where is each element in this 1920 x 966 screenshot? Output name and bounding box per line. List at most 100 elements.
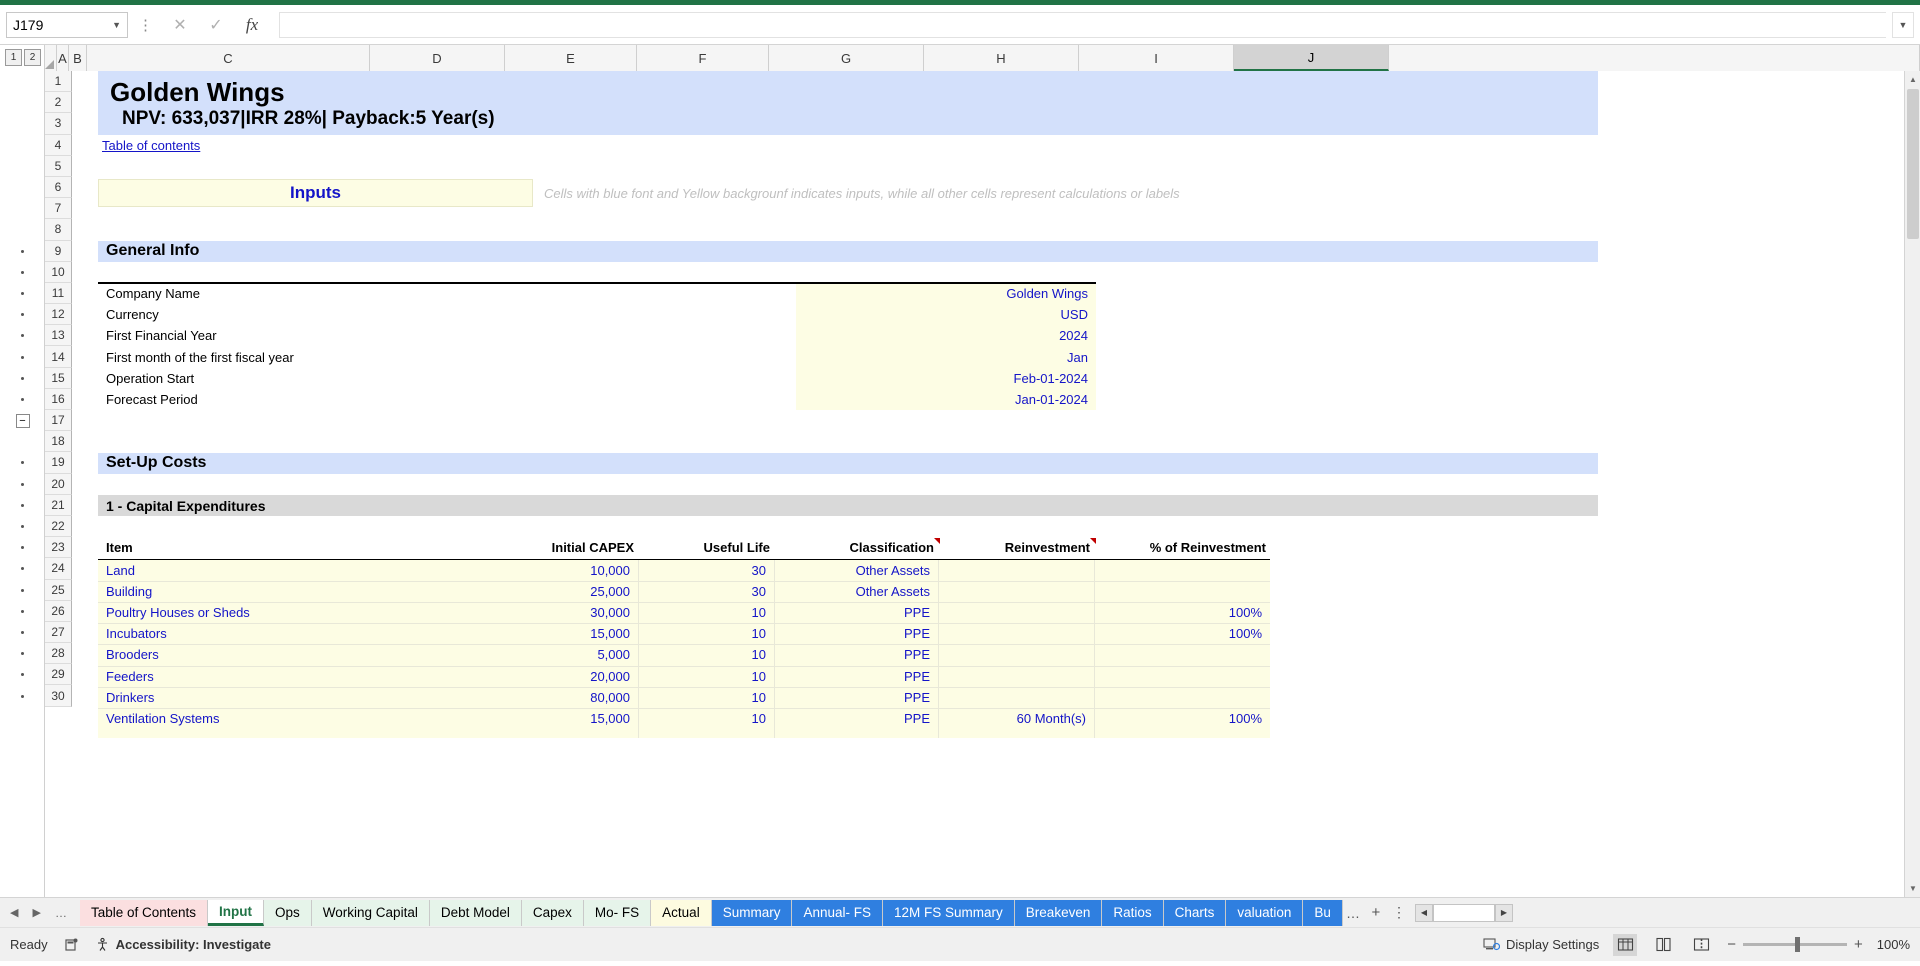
capex-cell-pct-reinvestment[interactable]: 100%	[1094, 708, 1266, 729]
capex-cell-useful-life[interactable]: 10	[638, 708, 770, 729]
row-header-27[interactable]: 27	[45, 621, 72, 644]
sheet-tab-mo-fs[interactable]: Mo- FS	[583, 899, 652, 926]
general-info-value[interactable]: USD	[796, 304, 1092, 325]
outline-level-1-button[interactable]: 1	[5, 49, 22, 66]
sheet-tab-breakeven[interactable]: Breakeven	[1014, 899, 1103, 926]
record-macro-icon[interactable]	[64, 937, 79, 952]
capex-cell-pct-reinvestment[interactable]	[1094, 560, 1266, 581]
check-icon[interactable]: ✓	[207, 14, 225, 36]
zoom-thumb[interactable]	[1794, 937, 1800, 952]
capex-cell-useful-life[interactable]: 10	[638, 623, 770, 644]
row-header-23[interactable]: 23	[45, 537, 72, 559]
row-header-21[interactable]: 21	[45, 494, 72, 516]
tab-options-icon[interactable]: ⋮	[1389, 900, 1409, 926]
column-header-j[interactable]: J	[1234, 45, 1389, 71]
display-settings-button[interactable]: Display Settings	[1483, 937, 1599, 952]
column-header-b[interactable]: B	[69, 45, 87, 71]
row-header-13[interactable]: 13	[45, 325, 72, 347]
vertical-scroll-thumb[interactable]	[1907, 89, 1919, 239]
column-header-d[interactable]: D	[370, 45, 505, 71]
zoom-slider[interactable]: − +	[1727, 936, 1863, 953]
capex-cell-classification[interactable]: PPE	[774, 708, 934, 729]
name-box[interactable]: J179 ▼	[6, 11, 128, 38]
capex-cell-item[interactable]: Building	[102, 581, 432, 602]
next-sheet-icon[interactable]: ▶	[32, 906, 40, 919]
chevron-down-icon[interactable]: ▼	[112, 20, 121, 30]
capex-cell-useful-life[interactable]: 30	[638, 560, 770, 581]
comment-indicator-icon-2[interactable]	[1090, 538, 1096, 544]
row-header-7[interactable]: 7	[45, 198, 72, 220]
row-header-17[interactable]: 17	[45, 410, 72, 432]
table-of-contents-link[interactable]: Table of contents	[98, 135, 398, 156]
row-header-15[interactable]: 15	[45, 367, 72, 389]
zoom-level[interactable]: 100%	[1877, 937, 1910, 952]
row-header-26[interactable]: 26	[45, 600, 72, 622]
capex-cell-classification[interactable]: PPE	[774, 666, 934, 687]
row-header-2[interactable]: 2	[45, 92, 72, 114]
row-header-24[interactable]: 24	[45, 558, 72, 580]
expand-formula-bar-icon[interactable]: ▼	[1892, 11, 1914, 38]
sheet-tab-valuation[interactable]: valuation	[1226, 899, 1304, 926]
sheet-tab-bu[interactable]: Bu	[1303, 899, 1343, 926]
capex-cell-pct-reinvestment[interactable]: 100%	[1094, 623, 1266, 644]
select-all-corner[interactable]	[45, 45, 57, 71]
comment-indicator-icon[interactable]	[934, 538, 940, 544]
previous-sheet-icon[interactable]: ◀	[10, 906, 18, 919]
capex-cell-initial-capex[interactable]: 80,000	[432, 687, 634, 708]
capex-cell-reinvestment[interactable]	[938, 623, 1090, 644]
row-header-16[interactable]: 16	[45, 388, 72, 410]
capex-cell-pct-reinvestment[interactable]: 100%	[1094, 602, 1266, 623]
formula-bar-options-icon[interactable]: ⋮	[134, 16, 157, 34]
sheet-tab-12m-fs-summary[interactable]: 12M FS Summary	[883, 899, 1015, 926]
column-header-a[interactable]: A	[57, 45, 69, 71]
column-header-c[interactable]: C	[87, 45, 370, 71]
capex-cell-reinvestment[interactable]	[938, 560, 1090, 581]
capex-cell-initial-capex[interactable]: 30,000	[432, 602, 634, 623]
scroll-right-icon[interactable]: ▶	[1494, 903, 1513, 922]
row-header-14[interactable]: 14	[45, 346, 72, 368]
row-header-25[interactable]: 25	[45, 579, 72, 601]
zoom-out-button[interactable]: −	[1727, 936, 1736, 953]
capex-cell-classification[interactable]: PPE	[774, 687, 934, 708]
capex-cell-classification[interactable]: Other Assets	[774, 581, 934, 602]
capex-cell-reinvestment[interactable]	[938, 602, 1090, 623]
row-header-6[interactable]: 6	[45, 176, 72, 199]
row-header-20[interactable]: 20	[45, 473, 72, 495]
capex-cell-classification[interactable]: PPE	[774, 644, 934, 665]
capex-cell-initial-capex[interactable]: 10,000	[432, 560, 634, 581]
capex-cell-reinvestment[interactable]	[938, 644, 1090, 665]
capex-cell-useful-life[interactable]: 10	[638, 644, 770, 665]
column-header-g[interactable]: G	[769, 45, 924, 71]
sheet-tab-capex[interactable]: Capex	[521, 899, 584, 926]
row-header-4[interactable]: 4	[45, 134, 72, 156]
general-info-value[interactable]: Feb-01-2024	[796, 368, 1092, 389]
more-sheets-icon[interactable]: …	[55, 906, 68, 920]
column-header-i[interactable]: I	[1079, 45, 1234, 71]
sheet-tab-debt-model[interactable]: Debt Model	[429, 899, 522, 926]
capex-cell-pct-reinvestment[interactable]	[1094, 687, 1266, 708]
close-icon[interactable]: ✕	[171, 14, 189, 36]
tab-overflow-icon[interactable]: …	[1343, 900, 1363, 926]
capex-cell-classification[interactable]: Other Assets	[774, 560, 934, 581]
outline-level-2-button[interactable]: 2	[24, 49, 41, 66]
accessibility-status[interactable]: Accessibility: Investigate	[95, 937, 271, 952]
capex-cell-reinvestment[interactable]: 60 Month(s)	[938, 708, 1090, 729]
row-header-11[interactable]: 11	[45, 282, 72, 305]
sheet-tab-working-capital[interactable]: Working Capital	[311, 899, 430, 926]
general-info-value[interactable]: 2024	[796, 325, 1092, 346]
capex-cell-reinvestment[interactable]	[938, 581, 1090, 602]
sheet-tab-table-of-contents[interactable]: Table of Contents	[79, 899, 209, 926]
general-info-value[interactable]: Jan	[796, 347, 1092, 368]
row-header-8[interactable]: 8	[45, 219, 72, 241]
general-info-value[interactable]: Jan-01-2024	[796, 389, 1092, 410]
column-header-f[interactable]: F	[637, 45, 769, 71]
normal-view-button[interactable]	[1613, 933, 1638, 956]
sheet-tab-charts[interactable]: Charts	[1163, 899, 1227, 926]
scroll-left-icon[interactable]: ◀	[1414, 903, 1433, 922]
outline-collapse-button[interactable]: −	[15, 413, 30, 428]
row-header-12[interactable]: 12	[45, 304, 72, 326]
row-header-30[interactable]: 30	[45, 685, 72, 707]
row-header-22[interactable]: 22	[45, 515, 72, 538]
capex-cell-item[interactable]: Poultry Houses or Sheds	[102, 602, 432, 623]
fx-icon[interactable]: fx	[243, 14, 261, 36]
